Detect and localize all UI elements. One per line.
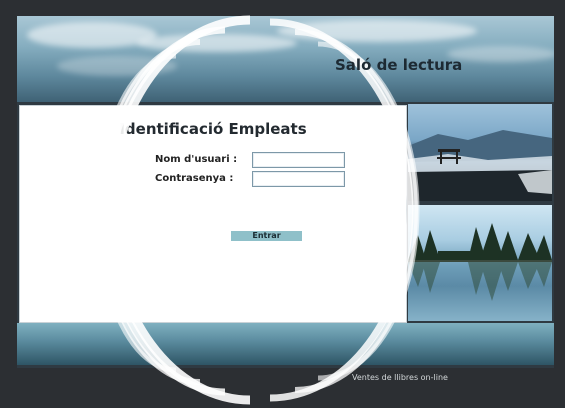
footer-text: Ventes de llibres on-line [352, 373, 448, 382]
header-banner [17, 16, 554, 102]
username-label: Nom d'usuari : [155, 154, 238, 165]
username-input[interactable] [252, 152, 345, 168]
lake-trees-image [408, 205, 552, 321]
bottom-banner [17, 323, 554, 365]
password-label: Contrasenya : [155, 173, 234, 184]
login-panel: Identificació Empleats Nom d'usuari : Co… [19, 105, 407, 323]
enter-button[interactable]: Entrar [231, 231, 302, 241]
site-title: Saló de lectura [335, 56, 463, 74]
landscape-bench-image [408, 104, 552, 201]
password-input[interactable] [252, 171, 345, 187]
login-title: Identificació Empleats [119, 120, 307, 138]
